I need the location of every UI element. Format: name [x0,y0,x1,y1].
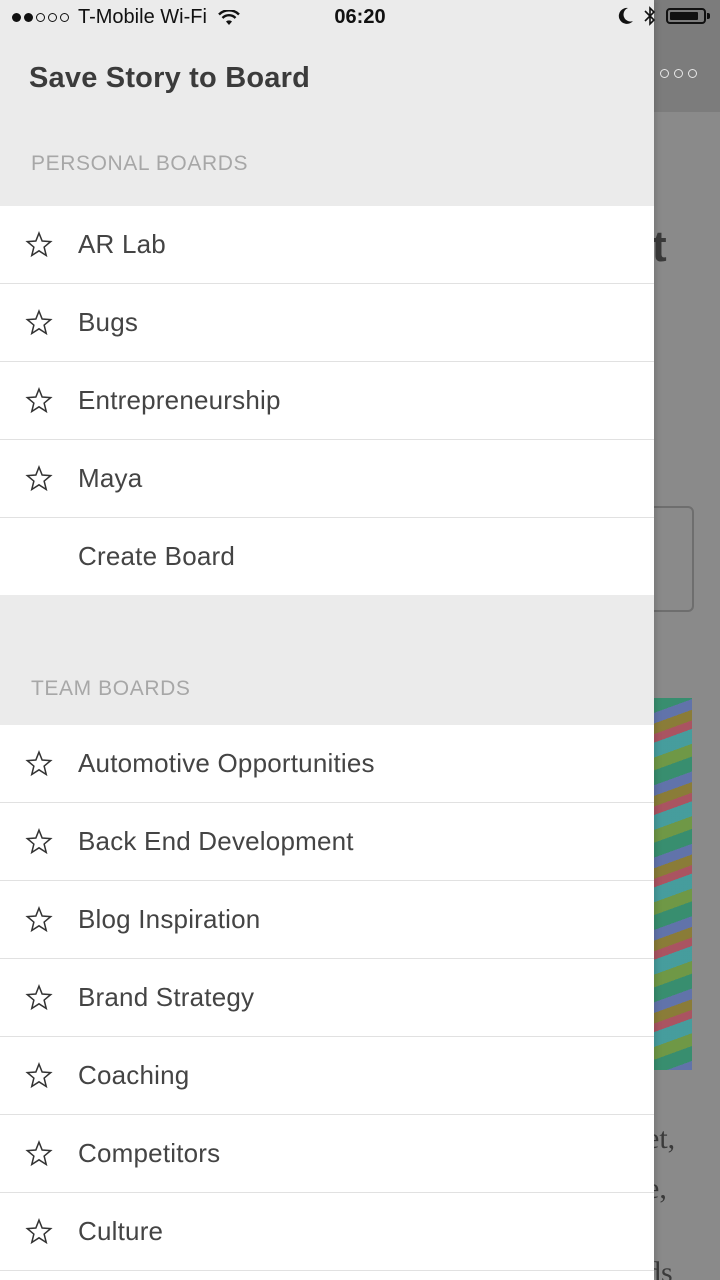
board-item[interactable]: Automotive Opportunities [0,725,654,803]
drawer-title: Save Story to Board [29,62,310,94]
star-outline-icon[interactable] [25,1062,53,1090]
board-label: AR Lab [78,229,166,259]
create-board-label: Create Board [78,541,236,571]
star-outline-icon[interactable] [25,828,53,856]
board-item[interactable]: Culture [0,1193,654,1271]
battery-icon [666,8,710,24]
star-outline-icon[interactable] [25,465,53,493]
board-label: Coaching [78,1060,190,1090]
team-boards-header-block: TEAM BOARDS [0,595,654,725]
board-item[interactable]: Entrepreneurship [0,362,654,440]
board-item[interactable]: Brand Strategy [0,959,654,1037]
battery-fill [670,12,699,20]
create-board-button[interactable]: Create Board [0,518,654,595]
save-story-drawer: Save Story to Board PERSONAL BOARDS AR L… [0,0,654,1280]
background-title-fragment: t [652,222,667,271]
team-boards-header: TEAM BOARDS [31,677,191,700]
status-bar: T-Mobile Wi-Fi 06:20 [0,0,720,36]
star-outline-icon[interactable] [25,750,53,778]
status-right [618,6,710,26]
star-outline-icon[interactable] [25,231,53,259]
personal-boards-list: AR Lab Bugs Entrepreneurship Maya Create… [0,206,654,595]
board-item[interactable]: Bugs [0,284,654,362]
board-item[interactable]: AR Lab [0,206,654,284]
board-label: Maya [78,463,143,493]
board-label: Bugs [78,307,139,337]
board-item[interactable]: Blog Inspiration [0,881,654,959]
background-image [654,698,692,1070]
board-item[interactable]: Back End Development [0,803,654,881]
board-item[interactable]: Competitors [0,1115,654,1193]
star-outline-icon[interactable] [25,906,53,934]
star-outline-icon[interactable] [25,1140,53,1168]
star-outline-icon[interactable] [25,1218,53,1246]
board-label: Culture [78,1216,164,1246]
board-item[interactable]: Coaching [0,1037,654,1115]
team-boards-list: Automotive Opportunities Back End Develo… [0,725,654,1271]
star-outline-icon[interactable] [25,984,53,1012]
board-label: Back End Development [78,826,354,856]
screen: t et, e, ds T-Mobile Wi-Fi 06:20 Save St… [0,0,720,1280]
board-item[interactable]: Maya [0,440,654,518]
board-label: Entrepreneurship [78,385,281,415]
star-outline-icon[interactable] [25,387,53,415]
more-dots-icon[interactable] [660,64,708,82]
moon-icon [618,7,633,24]
board-label: Blog Inspiration [78,904,261,934]
bluetooth-icon [644,6,656,26]
board-label: Brand Strategy [78,982,255,1012]
personal-boards-header: PERSONAL BOARDS [31,152,249,175]
board-label: Automotive Opportunities [78,748,375,778]
status-time: 06:20 [334,6,386,28]
star-outline-icon[interactable] [25,309,53,337]
board-label: Competitors [78,1138,221,1168]
